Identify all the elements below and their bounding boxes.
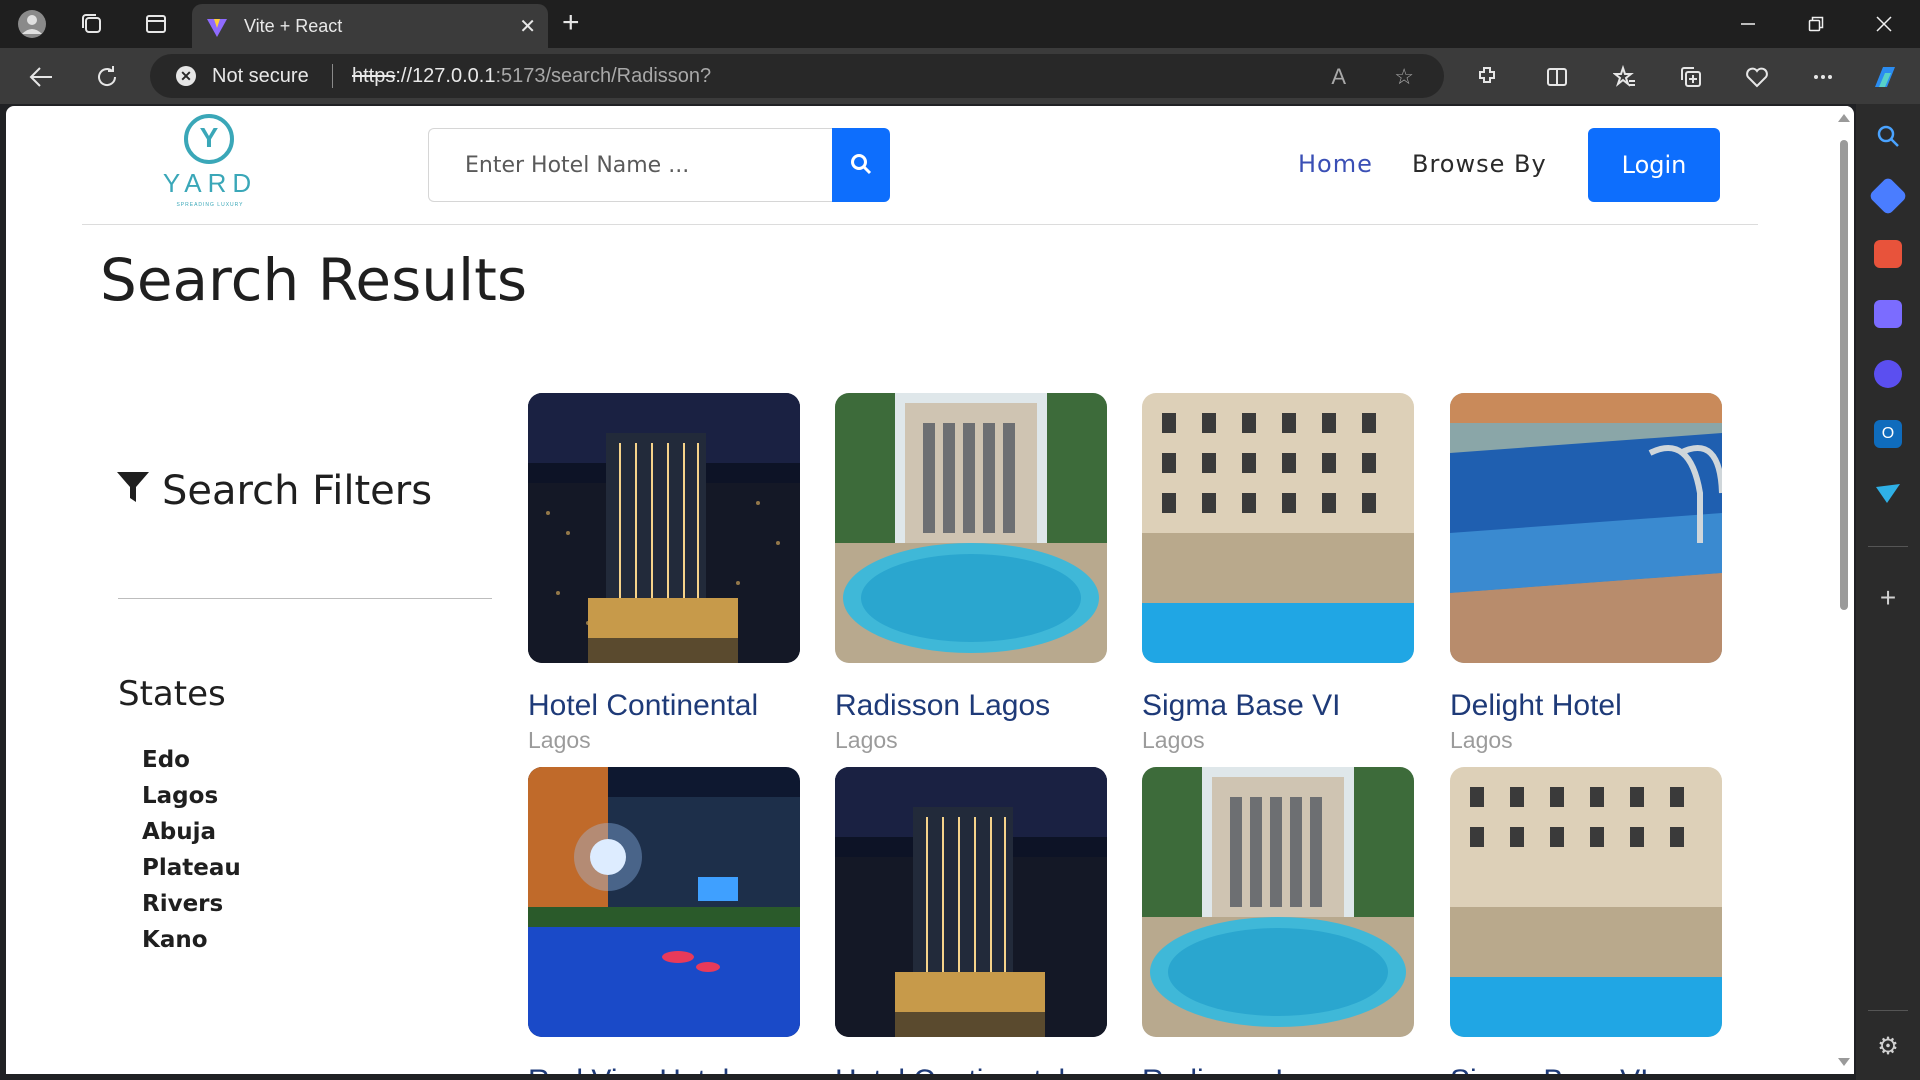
add-sidebar-app-icon[interactable]: + [1874,582,1902,613]
hotel-card[interactable] [1142,767,1414,1037]
hotel-image-building-pool[interactable] [1450,767,1722,1037]
hotel-card[interactable]: Sigma Base VI Lagos [1142,393,1414,754]
hotel-image-pool-facade[interactable] [1142,767,1414,1037]
hotel-name-partial[interactable]: Red Vine Hotel [528,1066,729,1074]
hotel-card[interactable]: Hotel Continental Lagos [528,393,800,754]
tab-close-icon[interactable]: ✕ [519,14,536,39]
profile-icon[interactable] [16,8,48,40]
vite-logo-icon [206,16,228,43]
state-item-edo[interactable]: Edo [142,742,241,778]
back-icon[interactable] [24,60,58,94]
scrollbar-thumb[interactable] [1840,140,1848,610]
tab-actions-icon[interactable] [140,8,172,40]
hotel-search-input[interactable] [428,128,832,202]
hotel-location: Lagos [835,727,898,753]
state-item-kano[interactable]: Kano [142,922,241,958]
hotel-image-night-pool[interactable] [528,767,800,1037]
search-icon [849,152,873,179]
hotel-name-partial[interactable]: Sigma Base VI [1450,1066,1648,1074]
states-heading: States [118,674,226,714]
hotel-card[interactable]: Radisson Lagos Lagos [835,393,1107,754]
collections-icon[interactable] [1674,60,1708,94]
nav-home-link[interactable]: Home [1298,150,1373,178]
copilot-icon[interactable] [1868,60,1902,94]
scroll-down-arrow-icon[interactable] [1838,1058,1850,1066]
shopping-tag-icon[interactable] [1868,176,1908,216]
address-bar[interactable]: ✕ Not secure https://127.0.0.1:5173/sear… [150,54,1444,98]
hotel-image-building-pool[interactable] [1142,393,1414,663]
refresh-icon[interactable] [90,60,124,94]
more-options-icon[interactable] [1806,60,1840,94]
logo-mark: Y [184,114,234,164]
states-list: Edo Lagos Abuja Plateau Rivers Kano [142,742,241,958]
search-filters-label: Search Filters [162,468,433,514]
page-scrollbar[interactable] [1836,106,1852,1074]
hotel-name-partial[interactable]: Radisson Lagos [1142,1066,1357,1074]
tab-title: Vite + React [244,16,343,36]
filters-divider [118,598,492,599]
hotel-name[interactable]: Sigma Base VI [1142,689,1414,723]
hotel-name[interactable]: Delight Hotel [1450,689,1722,723]
sidebar-settings-icon[interactable]: ⚙ [1874,1032,1902,1060]
browser-essentials-icon[interactable] [1740,60,1774,94]
hotel-location: Lagos [528,727,591,753]
tools-icon[interactable] [1874,240,1902,268]
hotel-card[interactable] [1450,767,1722,1037]
state-item-lagos[interactable]: Lagos [142,778,241,814]
hotel-search-form [428,128,890,202]
hotel-image-pool-closeup[interactable] [1450,393,1722,663]
yard-logo[interactable]: Y YARD SPREADING LUXURY [160,114,260,214]
hotel-name[interactable]: Hotel Continental [528,689,800,723]
filter-icon [116,468,162,514]
hotel-image-night-tower[interactable] [528,393,800,663]
favorites-icon[interactable] [1608,60,1642,94]
close-window-icon[interactable] [1864,8,1904,40]
tab-vite-react[interactable]: Vite + React ✕ [192,4,548,48]
logo-tagline: SPREADING LUXURY [176,202,244,208]
browser-toolbar: ✕ Not secure https://127.0.0.1:5173/sear… [0,48,1920,104]
search-button[interactable] [832,128,890,202]
state-item-abuja[interactable]: Abuja [142,814,241,850]
extensions-icon[interactable] [1470,60,1504,94]
hotel-card[interactable] [528,767,800,1037]
logo-wordmark: YARD [162,168,258,198]
site-navbar: Y YARD SPREADING LUXURY Home Browse By L… [82,106,1758,225]
page-viewport: Y YARD SPREADING LUXURY Home Browse By L… [6,106,1854,1074]
login-button[interactable]: Login [1588,128,1720,202]
games-icon[interactable] [1874,300,1902,328]
scroll-up-arrow-icon[interactable] [1838,114,1850,122]
split-screen-icon[interactable] [1540,60,1574,94]
security-label[interactable]: Not secure [212,65,309,88]
drop-icon[interactable] [1874,480,1902,508]
search-filters-heading: Search Filters [116,468,432,514]
hotel-image-pool-facade[interactable] [835,393,1107,663]
hotel-location: Lagos [1142,727,1205,753]
workspaces-icon[interactable] [76,8,108,40]
edge-sidebar: O + ⚙ [1856,104,1920,1080]
outlook-icon[interactable]: O [1874,420,1902,448]
hotel-card[interactable] [835,767,1107,1037]
state-item-rivers[interactable]: Rivers [142,886,241,922]
divider [1868,546,1908,547]
favorite-star-icon[interactable]: ☆ [1394,64,1414,90]
not-secure-icon[interactable]: ✕ [176,66,196,86]
state-item-plateau[interactable]: Plateau [142,850,241,886]
divider [1868,1010,1908,1011]
microsoft-365-icon[interactable] [1874,360,1902,388]
url-text[interactable]: https://127.0.0.1:5173/search/Radisson? [352,65,711,88]
page-title: Search Results [100,246,528,314]
read-aloud-icon[interactable]: A [1331,64,1346,90]
divider [332,64,333,88]
hotel-image-night-tower[interactable] [835,767,1107,1037]
hotel-location: Lagos [1450,727,1513,753]
new-tab-icon[interactable]: + [562,8,580,38]
nav-browse-by-link[interactable]: Browse By [1412,150,1547,178]
minimize-icon[interactable] [1728,8,1768,40]
hotel-name-partial[interactable]: Hotel Continental [835,1066,1065,1074]
search-sidebar-icon[interactable] [1874,122,1902,150]
hotel-card[interactable]: Delight Hotel Lagos [1450,393,1722,754]
browser-tab-bar: Vite + React ✕ + [0,0,1920,48]
hotel-name[interactable]: Radisson Lagos [835,689,1107,723]
restore-icon[interactable] [1796,8,1836,40]
